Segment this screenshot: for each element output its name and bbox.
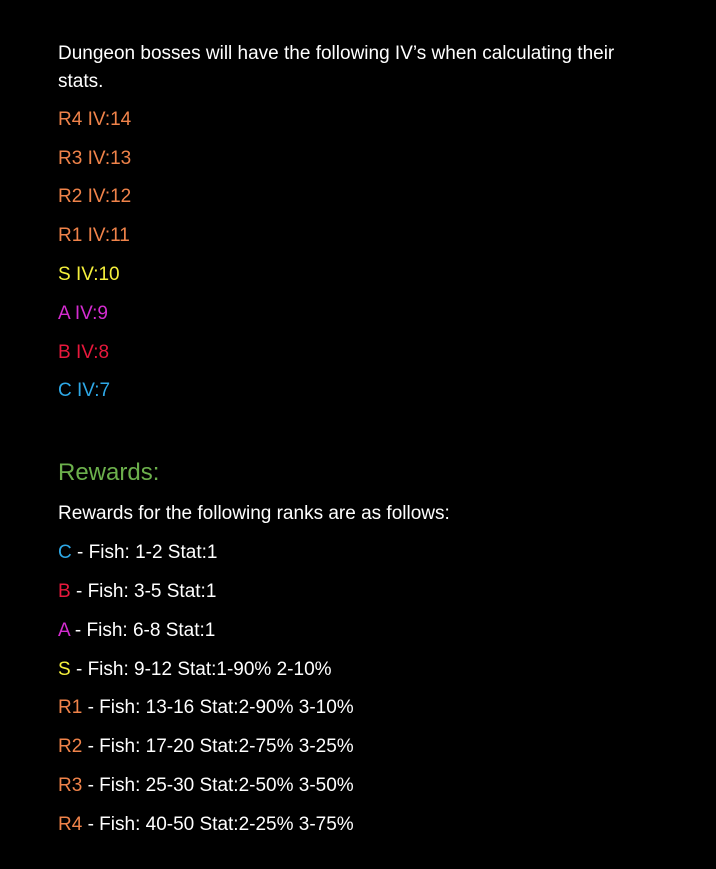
reward-rank: S xyxy=(58,659,71,680)
reward-detail: - Fish: 25-30 Stat:2-50% 3-50% xyxy=(82,775,354,796)
reward-line-r2: R2 - Fish: 17-20 Stat:2-75% 3-25% xyxy=(58,735,354,759)
iv-line-a: A IV:9 xyxy=(58,303,108,324)
reward-detail: - Fish: 13-16 Stat:2-90% 3-10% xyxy=(82,697,354,718)
reward-line-r1: R1 - Fish: 13-16 Stat:2-90% 3-10% xyxy=(58,696,354,720)
reward-line-b: B - Fish: 3-5 Stat:1 xyxy=(58,580,216,604)
reward-line-a: A - Fish: 6-8 Stat:1 xyxy=(58,619,215,643)
iv-line-r2: R2 IV:12 xyxy=(58,186,132,207)
reward-detail: - Fish: 40-50 Stat:2-25% 3-75% xyxy=(82,814,354,835)
iv-line-r4: R4 IV:14 xyxy=(58,109,132,130)
reward-line-c: C - Fish: 1-2 Stat:1 xyxy=(58,541,217,565)
iv-line-c: C IV:7 xyxy=(58,380,111,401)
iv-line-s: S IV:10 xyxy=(58,264,120,285)
reward-detail: - Fish: 3-5 Stat:1 xyxy=(70,581,217,602)
reward-line-s: S - Fish: 9-12 Stat:1-90% 2-10% xyxy=(58,658,332,682)
iv-line-b: B IV:8 xyxy=(58,342,110,363)
reward-rank: A xyxy=(58,620,70,641)
rewards-heading: Rewards: xyxy=(58,459,160,486)
reward-rank: R4 xyxy=(58,814,83,835)
iv-line-r1: R1 IV:11 xyxy=(58,225,130,246)
reward-detail: - Fish: 1-2 Stat:1 xyxy=(71,542,218,563)
reward-line-r4: R4 - Fish: 40-50 Stat:2-25% 3-75% xyxy=(58,813,354,837)
reward-rank: R1 xyxy=(58,697,83,718)
reward-detail: - Fish: 17-20 Stat:2-75% 3-25% xyxy=(82,736,354,757)
reward-rank: B xyxy=(58,581,71,602)
reward-rank: R2 xyxy=(58,736,83,757)
reward-rank: C xyxy=(58,542,72,563)
rewards-intro: Rewards for the following ranks are as f… xyxy=(58,503,450,524)
reward-line-r3: R3 - Fish: 25-30 Stat:2-50% 3-50% xyxy=(58,774,354,798)
reward-detail: - Fish: 9-12 Stat:1-90% 2-10% xyxy=(70,659,332,680)
reward-detail: - Fish: 6-8 Stat:1 xyxy=(69,620,216,641)
intro-paragraph: Dungeon bosses will have the following I… xyxy=(58,43,615,92)
iv-line-r3: R3 IV:13 xyxy=(58,148,132,169)
reward-rank: R3 xyxy=(58,775,83,796)
